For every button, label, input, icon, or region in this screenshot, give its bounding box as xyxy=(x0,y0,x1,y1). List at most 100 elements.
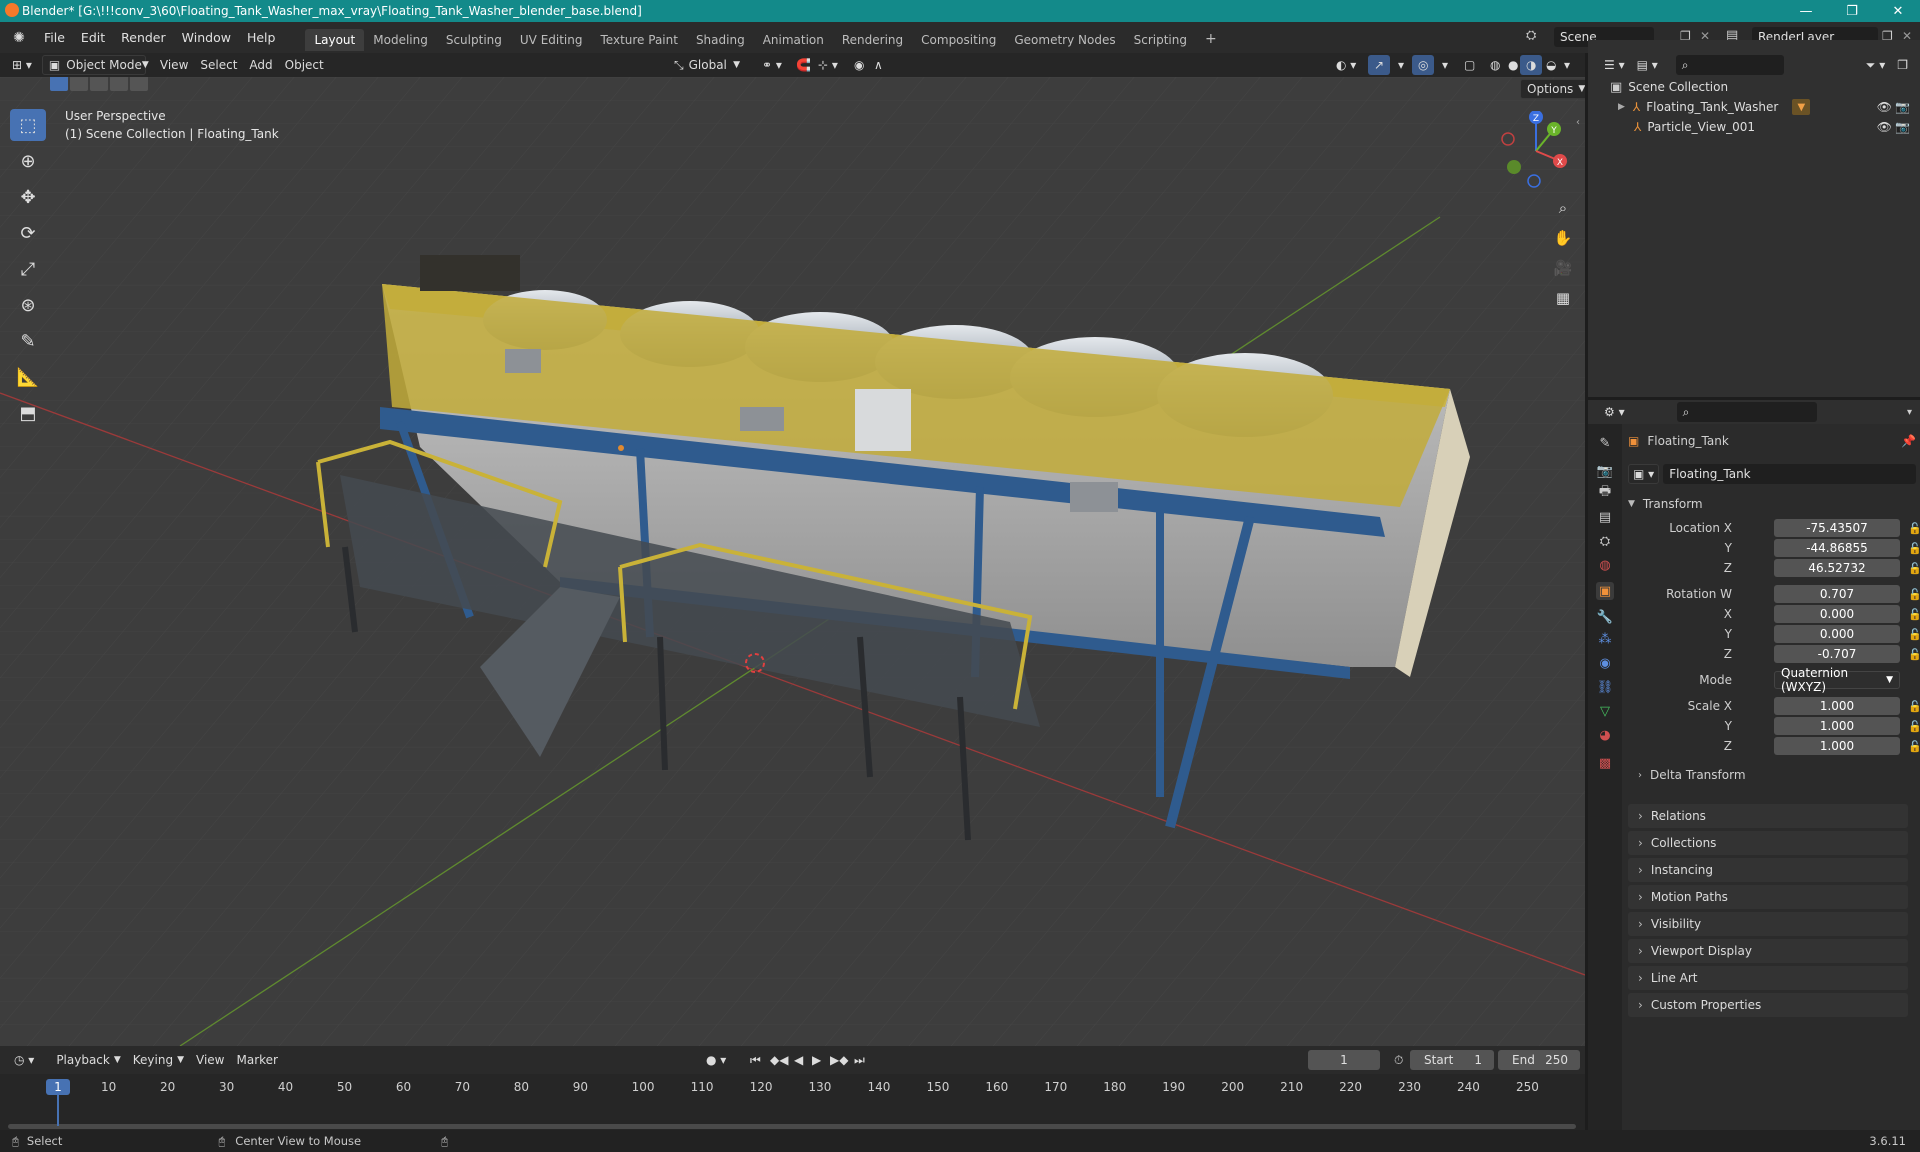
shading-menu-icon[interactable]: ▾ xyxy=(1558,55,1576,75)
chevron-down-icon[interactable]: ▾ xyxy=(1907,407,1912,418)
tab-shading[interactable]: Shading xyxy=(687,29,754,51)
properties-search[interactable]: ⌕ xyxy=(1676,402,1817,422)
material-tab-icon[interactable]: ◕ xyxy=(1596,726,1614,744)
scale-z-field[interactable]: 1.000 xyxy=(1774,737,1900,755)
3d-viewport[interactable]: User Perspective (1) Scene Collection | … xyxy=(0,77,1585,1046)
annotate-icon[interactable]: ✎ xyxy=(10,325,46,357)
menu-select[interactable]: Select xyxy=(194,55,243,75)
menu-add[interactable]: Add xyxy=(243,55,278,75)
menu-object[interactable]: Object xyxy=(279,55,330,75)
measure-icon[interactable]: 📐 xyxy=(10,361,46,393)
rotation-w-field[interactable]: 0.707 xyxy=(1774,585,1900,603)
overlay-toggle-icon[interactable]: ◎ xyxy=(1412,55,1435,75)
tab-modeling[interactable]: Modeling xyxy=(364,29,437,51)
tab-layout[interactable]: Layout xyxy=(305,29,365,51)
output-tab-icon[interactable]: 🖶 xyxy=(1596,484,1614,502)
object-name-field[interactable]: Floating_Tank xyxy=(1663,464,1916,484)
pin-icon[interactable]: 📌 xyxy=(1901,434,1916,448)
pan-hand-icon[interactable]: ✋ xyxy=(1550,225,1576,251)
current-frame-field[interactable]: 1 xyxy=(1308,1050,1380,1070)
tab-texture-paint[interactable]: Texture Paint xyxy=(592,29,687,51)
menu-timeline-view[interactable]: View xyxy=(190,1050,230,1070)
lock-icon[interactable]: 🔓 xyxy=(1908,740,1920,753)
pivot-icon[interactable]: ⚭ ▾ xyxy=(756,55,788,75)
world-tab-icon[interactable]: ◍ xyxy=(1596,556,1614,574)
tab-uv-editing[interactable]: UV Editing xyxy=(511,29,592,51)
menu-render[interactable]: Render xyxy=(113,30,174,45)
timeline-scrollbar[interactable] xyxy=(8,1124,1576,1129)
outliner-item-particle-view[interactable]: ⅄ Particle_View_001 👁 📷 xyxy=(1610,117,1910,137)
cursor-icon[interactable]: ⊕ xyxy=(10,145,46,177)
maximize-button[interactable]: ❐ xyxy=(1829,0,1875,22)
transform-icon[interactable]: ⊛ xyxy=(10,289,46,321)
panel-viewport-display[interactable]: › Viewport Display xyxy=(1628,939,1908,963)
expand-arrow-icon[interactable]: ▶ xyxy=(1618,102,1625,112)
add-workspace-button[interactable]: + xyxy=(1196,27,1226,51)
physics-tab-icon[interactable]: ◉ xyxy=(1596,654,1614,672)
panel-collections[interactable]: › Collections xyxy=(1628,831,1908,855)
panel-relations[interactable]: › Relations xyxy=(1628,804,1908,828)
record-icon[interactable]: ● ▾ xyxy=(700,1050,732,1070)
view-layer-tab-icon[interactable]: ▤ xyxy=(1596,508,1614,526)
close-button[interactable]: ✕ xyxy=(1875,0,1920,22)
rotation-z-field[interactable]: -0.707 xyxy=(1774,645,1900,663)
move-icon[interactable]: ✥ xyxy=(10,181,46,213)
visibility-icon[interactable]: ◐ ▾ xyxy=(1330,55,1362,75)
menu-window[interactable]: Window xyxy=(174,30,239,45)
filter-icon[interactable]: ⏷ ▾ xyxy=(1860,55,1891,75)
lock-icon[interactable]: 🔓 xyxy=(1908,720,1920,733)
menu-view[interactable]: View xyxy=(154,55,194,75)
grid-view-icon[interactable]: ▦ xyxy=(1550,285,1576,311)
object-tab-icon[interactable]: ▣ xyxy=(1596,582,1614,600)
tab-animation[interactable]: Animation xyxy=(754,29,833,51)
tab-sculpting[interactable]: Sculpting xyxy=(437,29,511,51)
lock-icon[interactable]: 🔓 xyxy=(1908,700,1920,713)
rotation-x-field[interactable]: 0.000 xyxy=(1774,605,1900,623)
select-new-icon[interactable] xyxy=(50,77,68,91)
particles-tab-icon[interactable]: ⁂ xyxy=(1596,630,1614,648)
panel-instancing[interactable]: › Instancing xyxy=(1628,858,1908,882)
start-frame-field[interactable]: Start 1 xyxy=(1410,1050,1494,1070)
tab-compositing[interactable]: Compositing xyxy=(912,29,1005,51)
menu-playback[interactable]: Playback ▼ xyxy=(50,1050,126,1070)
tab-scripting[interactable]: Scripting xyxy=(1125,29,1196,51)
select-invert-icon[interactable] xyxy=(110,77,128,91)
outliner-editor-icon[interactable]: ☰ ▾ xyxy=(1598,55,1631,75)
options-button[interactable]: Options ▼ xyxy=(1520,79,1585,99)
rotation-mode-select[interactable]: Quaternion (WXYZ) ▼ xyxy=(1774,666,1900,694)
menu-help[interactable]: Help xyxy=(239,30,284,45)
zoom-icon[interactable]: ⌕ xyxy=(1550,195,1576,221)
overlay-menu-icon[interactable]: ▾ xyxy=(1436,55,1454,75)
panel-custom-properties[interactable]: › Custom Properties xyxy=(1628,993,1908,1017)
select-box-icon[interactable]: ⬚ xyxy=(10,109,46,141)
data-tab-icon[interactable]: ▽ xyxy=(1596,702,1614,720)
scale-y-field[interactable]: 1.000 xyxy=(1774,717,1900,735)
jump-end-icon[interactable]: ⏭ xyxy=(848,1050,871,1070)
transform-panel-header[interactable]: ▼ Transform xyxy=(1628,492,1916,516)
scene-collection-row[interactable]: ▣ Scene Collection xyxy=(1610,77,1910,97)
eye-icon[interactable]: 👁 xyxy=(1877,120,1892,134)
outliner-item-floating-tank-washer[interactable]: ▶ ⅄ Floating_Tank_Washer ▼ 👁 📷 xyxy=(1610,97,1910,117)
select-intersect-icon[interactable] xyxy=(130,77,148,91)
rotation-y-field[interactable]: 0.000 xyxy=(1774,625,1900,643)
playhead-frame[interactable]: 1 xyxy=(46,1079,70,1095)
end-frame-field[interactable]: End 250 xyxy=(1498,1050,1580,1070)
display-mode-icon[interactable]: ▤ ▾ xyxy=(1631,55,1664,75)
properties-editor-icon[interactable]: ⚙ ▾ xyxy=(1598,402,1631,422)
scale-icon[interactable]: ⤢ xyxy=(10,253,46,285)
lock-icon[interactable]: 🔓 xyxy=(1908,522,1920,535)
orientation-selector[interactable]: ⤡ Global ▼ xyxy=(668,55,746,75)
modifier-tab-icon[interactable]: 🔧 xyxy=(1596,608,1614,626)
menu-keying[interactable]: Keying ▼ xyxy=(127,1050,190,1070)
camera-render-icon[interactable]: 📷 xyxy=(1895,100,1910,114)
camera-icon[interactable]: 🎥 xyxy=(1550,255,1576,281)
render-tab-icon[interactable]: 📷 xyxy=(1596,462,1614,480)
sidebar-toggle-icon[interactable]: ‹ xyxy=(1576,117,1580,128)
scene-tab-icon[interactable]: ⛭ xyxy=(1596,532,1614,550)
menu-file[interactable]: File xyxy=(36,30,73,45)
delta-transform-header[interactable]: › Delta Transform xyxy=(1638,764,1910,786)
lock-icon[interactable]: 🔓 xyxy=(1908,542,1920,555)
mode-selector[interactable]: ▣ Object Mode ▼ xyxy=(41,55,149,75)
select-subtract-icon[interactable] xyxy=(90,77,108,91)
blender-menu-icon[interactable]: ✺ xyxy=(10,29,28,47)
